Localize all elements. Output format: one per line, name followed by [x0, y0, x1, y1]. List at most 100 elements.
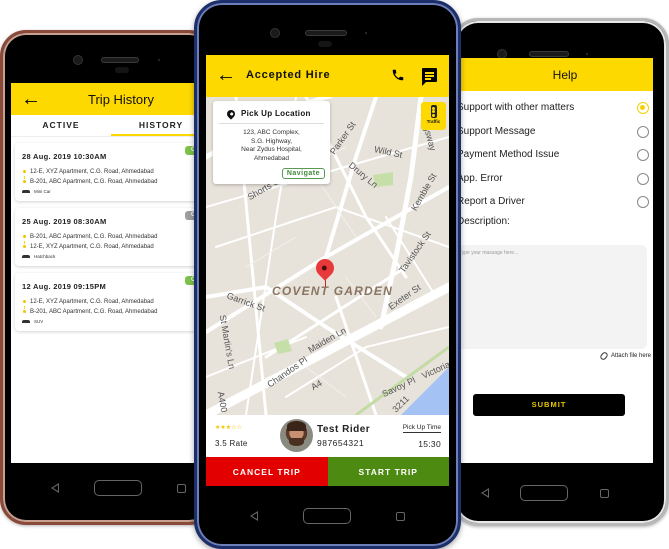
traffic-light-icon	[430, 105, 437, 118]
traffic-label: Traffic	[426, 119, 441, 124]
nav-recents-icon[interactable]	[395, 511, 405, 521]
nav-recents-icon[interactable]	[600, 488, 610, 498]
cancel-trip-button[interactable]: CANCEL TRIP	[206, 457, 328, 486]
trip-route: B-201, ABC Apartment, C.G. Road, Ahmedab…	[22, 232, 211, 252]
address-line: Ahmedabad	[253, 154, 290, 162]
area-label: COVENT GARDEN	[272, 284, 393, 298]
app-bar: ← Accepted Hire	[206, 55, 449, 97]
traffic-toggle-button[interactable]: Traffic	[421, 102, 446, 130]
phone-trip-history: ← Trip History ACTIVE HISTORY 28 Aug. 20…	[0, 30, 215, 525]
sensor-dot	[586, 53, 588, 55]
option-label: Support Message	[461, 125, 536, 137]
sensor-dot	[158, 59, 160, 61]
phone-accepted-hire: ← Accepted Hire Parker St Wild St Drury …	[194, 0, 461, 549]
sensor	[318, 41, 332, 47]
radio-unselected[interactable]	[637, 196, 649, 208]
phone-help: Help Support with other matters Support …	[452, 18, 669, 526]
trip-list: 28 Aug. 2019 10:30AM COMPL 12-E, XYZ Apa…	[15, 143, 211, 338]
trip-route: 12-E, XYZ Apartment, C.G. Road, Ahmedaba…	[22, 167, 211, 187]
submit-button[interactable]: SUBMIT	[473, 394, 625, 416]
arrow-left-icon[interactable]: ←	[21, 89, 41, 109]
trip-card[interactable]: 28 Aug. 2019 10:30AM COMPL 12-E, XYZ Apa…	[15, 143, 211, 201]
drop-address: B-201, ABC Apartment, C.G. Road, Ahmedab…	[23, 307, 211, 317]
nav-home-button[interactable]	[93, 480, 142, 496]
trip-footer: SUV	[22, 319, 211, 324]
trip-datetime: 12 Aug. 2019 09:15PM	[22, 282, 107, 291]
option-label: App. Error	[461, 172, 503, 184]
trip-datetime: 28 Aug. 2019 10:30AM	[22, 152, 107, 161]
pickup-location-card: Pick Up Location 123, ABC Complex, S.G. …	[213, 101, 330, 184]
description-label: Description:	[461, 216, 510, 227]
nav-back-icon[interactable]	[249, 511, 258, 521]
pickup-header: Pick Up Location	[219, 104, 324, 124]
trip-datetime: 25 Aug. 2019 08:30AM	[22, 217, 107, 226]
rider-phone: 987654321	[317, 438, 365, 448]
nav-home-button[interactable]	[302, 508, 351, 524]
option-label: Report a Driver	[461, 196, 525, 207]
rider-info-panel: ★★★☆☆ 3.5 Rate Test Rider 987654321 Pick…	[206, 415, 449, 457]
arrow-left-icon[interactable]: ←	[216, 65, 236, 85]
front-camera	[73, 55, 83, 65]
help-option[interactable]: Payment Method Issue	[461, 147, 653, 171]
help-option[interactable]: Support Message	[461, 124, 653, 148]
help-option[interactable]: Support with other matters	[461, 100, 653, 124]
system-nav-bar	[227, 506, 427, 526]
earpiece-speaker	[101, 57, 139, 63]
trip-card[interactable]: 12 Aug. 2019 09:15PM COMPL 12-E, XYZ Apa…	[15, 273, 211, 331]
car-type: Mini Car	[34, 189, 51, 194]
page-title: Trip History	[88, 91, 154, 107]
address-line: S.G. Highway,	[250, 137, 293, 145]
app-bar: Help	[461, 58, 653, 91]
accepted-hire-screen: ← Accepted Hire Parker St Wild St Drury …	[206, 55, 449, 486]
earpiece-speaker	[529, 51, 569, 57]
car-icon	[22, 190, 30, 193]
help-option[interactable]: Report a Driver	[461, 194, 653, 218]
address-line: Near Zydus Hospital,	[241, 146, 302, 153]
nav-back-icon[interactable]	[480, 488, 489, 498]
attach-file-link[interactable]: Attach file here	[599, 351, 651, 361]
car-icon	[22, 320, 30, 323]
start-trip-button[interactable]: START TRIP	[327, 457, 449, 486]
pickup-address: 12-E, XYZ Apartment, C.G. Road, Ahmedaba…	[23, 167, 211, 177]
drop-address: 12-E, XYZ Apartment, C.G. Road, Ahmedaba…	[23, 242, 211, 252]
page-title: Help	[552, 67, 578, 82]
pickup-address: B-201, ABC Apartment, C.G. Road, Ahmedab…	[23, 232, 211, 242]
radio-unselected[interactable]	[637, 172, 649, 185]
map-view[interactable]: Parker St Wild St Drury Ln Kingsway Kemb…	[206, 97, 449, 415]
phone-icon[interactable]	[391, 67, 405, 83]
radio-unselected[interactable]	[637, 149, 649, 161]
system-nav-bar	[33, 478, 203, 498]
trip-actions: CANCEL TRIP START TRIP	[206, 457, 449, 486]
nav-recents-icon[interactable]	[176, 483, 186, 493]
option-label: Payment Method Issue	[461, 149, 560, 160]
radio-selected[interactable]	[637, 102, 649, 114]
pickup-address: 12-E, XYZ Apartment, C.G. Road, Ahmedaba…	[23, 297, 211, 307]
description-input[interactable]	[461, 245, 647, 349]
earpiece-speaker	[305, 30, 347, 36]
paperclip-icon	[599, 351, 609, 361]
tab-active[interactable]: ACTIVE	[11, 115, 111, 136]
app-bar: ← Trip History	[11, 83, 211, 115]
trip-history-screen: ← Trip History ACTIVE HISTORY 28 Aug. 20…	[11, 83, 211, 463]
page-title: Accepted Hire	[246, 69, 331, 81]
navigate-button[interactable]: Navigate	[281, 168, 325, 179]
help-option[interactable]: App. Error	[461, 171, 653, 195]
nav-home-button[interactable]	[520, 485, 569, 501]
trip-route: 12-E, XYZ Apartment, C.G. Road, Ahmedaba…	[22, 297, 211, 317]
trip-card[interactable]: 25 Aug. 2019 08:30AM CANCE B-201, ABC Ap…	[15, 208, 211, 266]
chat-icon[interactable]	[422, 68, 437, 86]
avatar	[280, 419, 313, 452]
location-pin-icon	[225, 107, 237, 120]
nav-back-icon[interactable]	[50, 483, 59, 493]
help-topic-list: Support with other matters Support Messa…	[461, 100, 653, 218]
trip-footer: Hatchback	[22, 254, 211, 259]
attach-label: Attach file here	[610, 353, 651, 359]
rating-stars: ★★★☆☆	[215, 425, 242, 431]
pickup-address: 123, ABC Complex, S.G. Highway, Near Zyd…	[213, 129, 330, 163]
trip-footer: Mini Car	[22, 189, 211, 194]
front-camera	[270, 28, 280, 38]
pickup-title: Pick Up Location	[241, 109, 311, 118]
pickup-time-label: Pick Up Time	[402, 424, 441, 433]
radio-unselected[interactable]	[637, 125, 649, 138]
option-label: Support with other matters	[461, 102, 575, 113]
